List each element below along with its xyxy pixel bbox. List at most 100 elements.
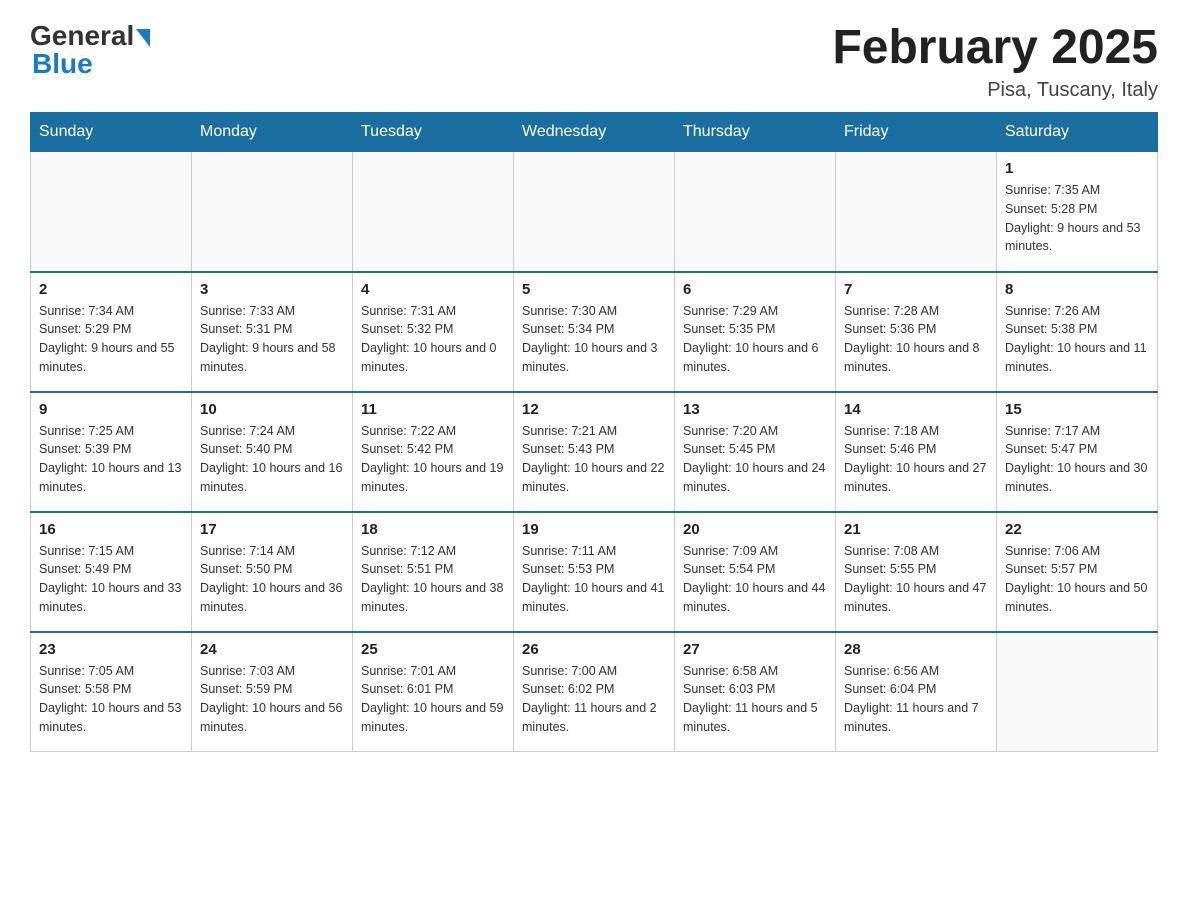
day-info: Sunrise: 7:01 AM Sunset: 6:01 PM Dayligh… [361, 662, 505, 737]
calendar-week-row: 2 Sunrise: 7:34 AM Sunset: 5:29 PM Daylig… [31, 272, 1158, 392]
day-info: Sunrise: 7:17 AM Sunset: 5:47 PM Dayligh… [1005, 422, 1149, 497]
calendar-day-cell: 19Sunrise: 7:11 AM Sunset: 5:53 PM Dayli… [514, 512, 675, 632]
calendar-day-cell: 9 Sunrise: 7:25 AM Sunset: 5:39 PM Daylig… [31, 392, 192, 512]
calendar-day-cell: 7Sunrise: 7:28 AM Sunset: 5:36 PM Daylig… [836, 272, 997, 392]
calendar-week-row: 23 Sunrise: 7:05 AM Sunset: 5:58 PM Dayli… [31, 632, 1158, 752]
day-number: 13 [683, 401, 827, 418]
calendar-day-cell: 24 Sunrise: 7:03 AM Sunset: 5:59 PM Dayli… [192, 632, 353, 752]
day-number: 12 [522, 401, 666, 418]
day-info: Sunrise: 6:58 AM Sunset: 6:03 PM Dayligh… [683, 662, 827, 737]
calendar-week-row: 1 Sunrise: 7:35 AM Sunset: 5:28 PM Daylig… [31, 152, 1158, 272]
day-info: Sunrise: 7:15 AM Sunset: 5:49 PM Dayligh… [39, 542, 183, 617]
day-info: Sunrise: 7:03 AM Sunset: 5:59 PM Dayligh… [200, 662, 344, 737]
day-number: 27 [683, 641, 827, 658]
day-number: 9 [39, 401, 183, 418]
logo-arrow-icon [136, 29, 150, 47]
calendar-day-cell: 28 Sunrise: 6:56 AM Sunset: 6:04 PM Dayli… [836, 632, 997, 752]
day-number: 14 [844, 401, 988, 418]
day-number: 10 [200, 401, 344, 418]
day-number: 20 [683, 521, 827, 538]
day-number: 11 [361, 401, 505, 418]
day-header-tuesday: Tuesday [353, 113, 514, 152]
calendar-day-cell: 25 Sunrise: 7:01 AM Sunset: 6:01 PM Dayli… [353, 632, 514, 752]
day-info: Sunrise: 6:56 AM Sunset: 6:04 PM Dayligh… [844, 662, 988, 737]
day-header-thursday: Thursday [675, 113, 836, 152]
calendar-day-cell [997, 632, 1158, 752]
day-info: Sunrise: 7:26 AM Sunset: 5:38 PM Dayligh… [1005, 302, 1149, 377]
day-number: 22 [1005, 521, 1149, 538]
calendar-day-cell: 8 Sunrise: 7:26 AM Sunset: 5:38 PM Daylig… [997, 272, 1158, 392]
day-number: 5 [522, 281, 666, 298]
calendar-day-cell: 13 Sunrise: 7:20 AM Sunset: 5:45 PM Dayli… [675, 392, 836, 512]
calendar-day-cell [192, 152, 353, 272]
day-number: 1 [1005, 160, 1149, 177]
day-number: 24 [200, 641, 344, 658]
day-header-monday: Monday [192, 113, 353, 152]
day-info: Sunrise: 7:05 AM Sunset: 5:58 PM Dayligh… [39, 662, 183, 737]
day-info: Sunrise: 7:29 AM Sunset: 5:35 PM Dayligh… [683, 302, 827, 377]
day-info: Sunrise: 7:33 AM Sunset: 5:31 PM Dayligh… [200, 302, 344, 377]
day-number: 6 [683, 281, 827, 298]
day-number: 25 [361, 641, 505, 658]
day-info: Sunrise: 7:30 AM Sunset: 5:34 PM Dayligh… [522, 302, 666, 377]
day-info: Sunrise: 7:35 AM Sunset: 5:28 PM Dayligh… [1005, 181, 1149, 256]
title-section: February 2025 Pisa, Tuscany, Italy [832, 20, 1158, 102]
day-info: Sunrise: 7:20 AM Sunset: 5:45 PM Dayligh… [683, 422, 827, 497]
day-info: Sunrise: 7:12 AM Sunset: 5:51 PM Dayligh… [361, 542, 505, 617]
page-header: General Blue February 2025 Pisa, Tuscany… [30, 20, 1158, 102]
day-info: Sunrise: 7:24 AM Sunset: 5:40 PM Dayligh… [200, 422, 344, 497]
day-number: 15 [1005, 401, 1149, 418]
calendar-day-cell: 11 Sunrise: 7:22 AM Sunset: 5:42 PM Dayli… [353, 392, 514, 512]
day-number: 3 [200, 281, 344, 298]
calendar-day-cell: 22 Sunrise: 7:06 AM Sunset: 5:57 PM Dayli… [997, 512, 1158, 632]
location-title: Pisa, Tuscany, Italy [832, 79, 1158, 102]
calendar-week-row: 9 Sunrise: 7:25 AM Sunset: 5:39 PM Daylig… [31, 392, 1158, 512]
calendar-day-cell: 18Sunrise: 7:12 AM Sunset: 5:51 PM Dayli… [353, 512, 514, 632]
day-info: Sunrise: 7:08 AM Sunset: 5:55 PM Dayligh… [844, 542, 988, 617]
day-number: 16 [39, 521, 183, 538]
day-info: Sunrise: 7:34 AM Sunset: 5:29 PM Dayligh… [39, 302, 183, 377]
day-number: 2 [39, 281, 183, 298]
day-header-friday: Friday [836, 113, 997, 152]
day-number: 28 [844, 641, 988, 658]
day-info: Sunrise: 7:00 AM Sunset: 6:02 PM Dayligh… [522, 662, 666, 737]
day-number: 19 [522, 521, 666, 538]
calendar-day-cell: 4Sunrise: 7:31 AM Sunset: 5:32 PM Daylig… [353, 272, 514, 392]
calendar-day-cell: 3 Sunrise: 7:33 AM Sunset: 5:31 PM Daylig… [192, 272, 353, 392]
day-header-saturday: Saturday [997, 113, 1158, 152]
calendar-day-cell: 17Sunrise: 7:14 AM Sunset: 5:50 PM Dayli… [192, 512, 353, 632]
month-title: February 2025 [832, 20, 1158, 75]
day-info: Sunrise: 7:21 AM Sunset: 5:43 PM Dayligh… [522, 422, 666, 497]
calendar-day-cell: 10 Sunrise: 7:24 AM Sunset: 5:40 PM Dayli… [192, 392, 353, 512]
day-number: 7 [844, 281, 988, 298]
calendar-week-row: 16 Sunrise: 7:15 AM Sunset: 5:49 PM Dayli… [31, 512, 1158, 632]
day-info: Sunrise: 7:22 AM Sunset: 5:42 PM Dayligh… [361, 422, 505, 497]
day-info: Sunrise: 7:25 AM Sunset: 5:39 PM Dayligh… [39, 422, 183, 497]
calendar-table: SundayMondayTuesdayWednesdayThursdayFrid… [30, 112, 1158, 752]
day-info: Sunrise: 7:31 AM Sunset: 5:32 PM Dayligh… [361, 302, 505, 377]
calendar-day-cell: 23 Sunrise: 7:05 AM Sunset: 5:58 PM Dayli… [31, 632, 192, 752]
day-number: 8 [1005, 281, 1149, 298]
calendar-header-row: SundayMondayTuesdayWednesdayThursdayFrid… [31, 113, 1158, 152]
day-number: 26 [522, 641, 666, 658]
calendar-day-cell: 16 Sunrise: 7:15 AM Sunset: 5:49 PM Dayli… [31, 512, 192, 632]
day-number: 23 [39, 641, 183, 658]
calendar-day-cell: 5 Sunrise: 7:30 AM Sunset: 5:34 PM Daylig… [514, 272, 675, 392]
day-info: Sunrise: 7:06 AM Sunset: 5:57 PM Dayligh… [1005, 542, 1149, 617]
calendar-day-cell [353, 152, 514, 272]
calendar-day-cell: 2 Sunrise: 7:34 AM Sunset: 5:29 PM Daylig… [31, 272, 192, 392]
day-info: Sunrise: 7:14 AM Sunset: 5:50 PM Dayligh… [200, 542, 344, 617]
logo-blue-text: Blue [32, 48, 93, 79]
calendar-day-cell [31, 152, 192, 272]
calendar-day-cell: 20 Sunrise: 7:09 AM Sunset: 5:54 PM Dayli… [675, 512, 836, 632]
day-header-sunday: Sunday [31, 113, 192, 152]
day-info: Sunrise: 7:09 AM Sunset: 5:54 PM Dayligh… [683, 542, 827, 617]
logo: General Blue [30, 20, 152, 80]
calendar-day-cell: 15 Sunrise: 7:17 AM Sunset: 5:47 PM Dayli… [997, 392, 1158, 512]
calendar-day-cell: 14 Sunrise: 7:18 AM Sunset: 5:46 PM Dayli… [836, 392, 997, 512]
day-header-wednesday: Wednesday [514, 113, 675, 152]
calendar-day-cell: 6 Sunrise: 7:29 AM Sunset: 5:35 PM Daylig… [675, 272, 836, 392]
day-info: Sunrise: 7:18 AM Sunset: 5:46 PM Dayligh… [844, 422, 988, 497]
calendar-day-cell: 26 Sunrise: 7:00 AM Sunset: 6:02 PM Dayli… [514, 632, 675, 752]
calendar-day-cell [675, 152, 836, 272]
